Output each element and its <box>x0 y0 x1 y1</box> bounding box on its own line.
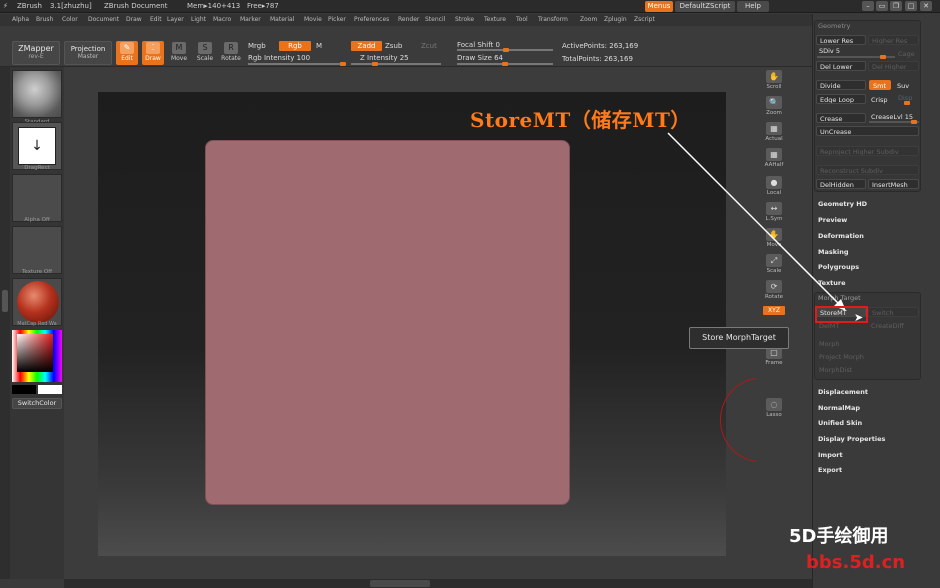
mouse-cursor-icon: ➤ <box>854 311 864 324</box>
bottom-tray-handle[interactable] <box>370 580 430 587</box>
annotation-arrow <box>667 132 846 311</box>
storemt-tooltip: Store MorphTarget <box>689 327 789 349</box>
bottom-bar <box>64 579 812 588</box>
watermark-url: bbs.5d.cn <box>806 552 906 573</box>
watermark-text: 5D手绘御用 <box>789 526 889 547</box>
